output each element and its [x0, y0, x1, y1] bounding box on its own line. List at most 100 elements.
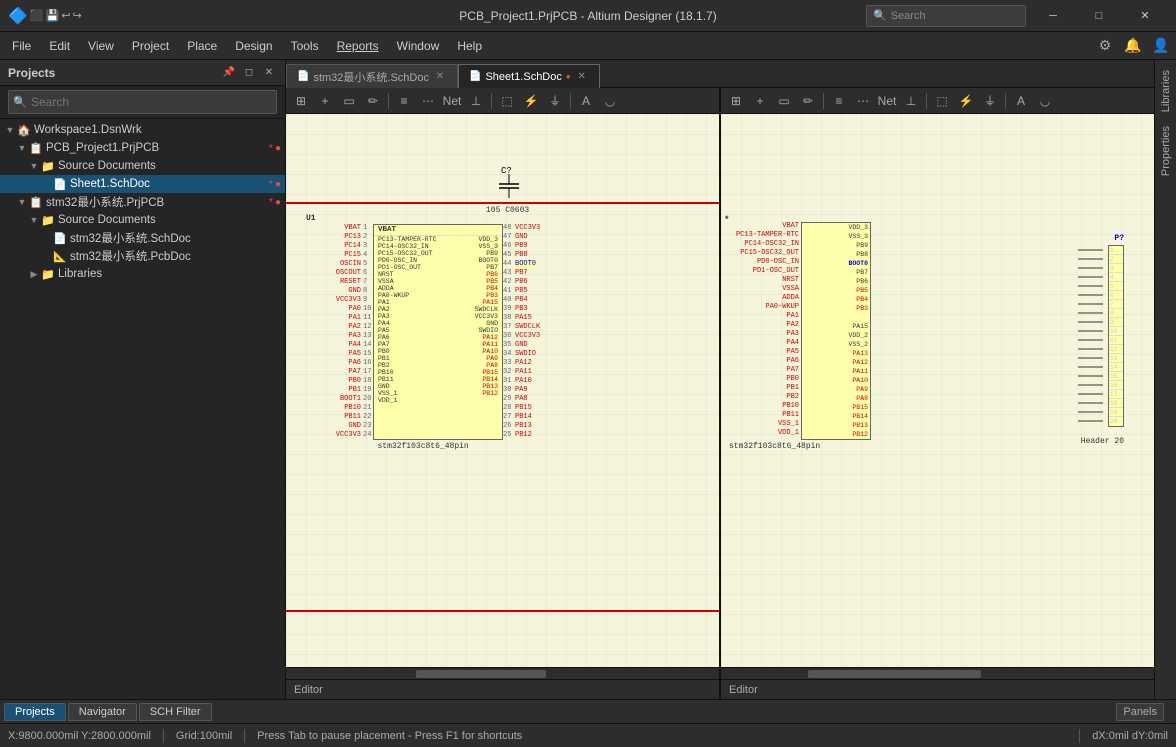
settings-icon[interactable]: ⚙ [1094, 35, 1116, 57]
panel-pin-button[interactable]: 📌 [221, 65, 237, 81]
folder-icon-src1: 📁 [40, 158, 56, 174]
route-btn-r[interactable]: ⋯ [852, 90, 874, 112]
comp-btn-r[interactable]: ⬚ [931, 90, 953, 112]
rsidebar-libraries[interactable]: Libraries [1158, 64, 1174, 118]
route-btn-l[interactable]: ⋯ [417, 90, 439, 112]
comp-btn-l[interactable]: ⬚ [496, 90, 518, 112]
tree-item-workspace[interactable]: ▼ 🏠 Workspace1.DsnWrk [0, 121, 285, 139]
hscroll-thumb-left[interactable] [416, 670, 546, 678]
header-body: 1 2 3 4 5 6 7 8 9 10 11 [1108, 245, 1124, 427]
bus-btn-l[interactable]: ⊥ [465, 90, 487, 112]
power-btn-l[interactable]: ⚡ [520, 90, 542, 112]
tab-modified-dot: ● [566, 72, 571, 81]
text-btn-r[interactable]: A [1010, 90, 1032, 112]
workspace-label: Workspace1.DsnWrk [34, 124, 281, 136]
tree-item-src2[interactable]: ▼ 📁 Source Documents [0, 211, 285, 229]
edit-btn-l[interactable]: ✏ [362, 90, 384, 112]
menu-design[interactable]: Design [227, 36, 280, 56]
menu-file[interactable]: File [4, 36, 39, 56]
arc-btn-l[interactable]: ◡ [599, 90, 621, 112]
close-button[interactable]: ✕ [1122, 0, 1168, 32]
tree-item-pcb2[interactable]: ▼ 📋 stm32最小系统.PrjPCB * ● [0, 193, 285, 211]
tab-bar: 📄 stm32最小系统.SchDoc ✕ 📄 Sheet1.SchDoc ● ✕ [286, 60, 1154, 88]
panel-close-button[interactable]: ✕ [261, 65, 277, 81]
titlebar-search[interactable]: 🔍 Search [866, 5, 1026, 27]
tree-item-libs[interactable]: ▶ 📁 Libraries [0, 265, 285, 283]
chip-row9: PA0-WKUPPB3 [374, 292, 502, 299]
sep1-r [823, 93, 824, 109]
edit-btn-r[interactable]: ✏ [797, 90, 819, 112]
add-btn-r[interactable]: + [749, 90, 771, 112]
icon-alt: ⬛ [30, 9, 44, 22]
tab-stm32-sch[interactable]: 📄 stm32最小系统.SchDoc ✕ [286, 64, 458, 88]
align-btn-l[interactable]: ≡ [393, 90, 415, 112]
minimize-button[interactable]: ─ [1030, 0, 1076, 32]
schematic-canvas-right[interactable]: * VBAT PC13-TAMPER-RTC PC14-OSC32_IN PC1… [721, 114, 1154, 667]
gnd-btn-l[interactable]: ⏚ [544, 90, 566, 112]
chip-u1-inner: VBAT PC13-TAMPER-RTCVDD_3 PC14-OSC32_INV… [373, 224, 503, 440]
net-btn-r[interactable]: Net [876, 90, 898, 112]
panel-float-button[interactable]: ◻ [241, 65, 257, 81]
icon-alt2: 💾 [46, 9, 60, 22]
pcb2-modified: * [269, 197, 273, 208]
menu-view[interactable]: View [80, 36, 122, 56]
panel-controls: 📌 ◻ ✕ [221, 65, 277, 81]
tree-item-stm-sch[interactable]: 📄 stm32最小系统.SchDoc [0, 229, 285, 247]
panels-btn[interactable]: Panels [1116, 703, 1164, 721]
menu-project[interactable]: Project [124, 36, 177, 56]
search-bar: 🔍 [0, 86, 285, 119]
chip-row4: PD0-OSC_INBOOT0 [374, 257, 502, 264]
notification-icon[interactable]: 🔔 [1122, 35, 1144, 57]
bus-btn-r[interactable]: ⊥ [900, 90, 922, 112]
filter-btn-l[interactable]: ⊞ [290, 90, 312, 112]
menu-edit[interactable]: Edit [41, 36, 78, 56]
add-btn-l[interactable]: + [314, 90, 336, 112]
tree-item-src1[interactable]: ▼ 📁 Source Documents [0, 157, 285, 175]
libs-label: Libraries [58, 268, 281, 280]
status-grid: Grid:100mil [176, 730, 232, 742]
src2-label: Source Documents [58, 214, 281, 226]
select-btn-l[interactable]: ▭ [338, 90, 360, 112]
hscroll-left[interactable] [286, 667, 719, 679]
menu-tools[interactable]: Tools [283, 36, 327, 56]
select-btn-r[interactable]: ▭ [773, 90, 795, 112]
align-btn-r[interactable]: ≡ [828, 90, 850, 112]
project-icon-pcb1: 📋 [28, 140, 44, 156]
search-label: Search [891, 10, 926, 22]
expand-arrow: ▼ [4, 124, 16, 136]
left-panel: Projects 📌 ◻ ✕ 🔍 ▼ 🏠 Workspace1.DsnWrk [0, 60, 286, 699]
tab-close-stm[interactable]: ✕ [433, 70, 447, 84]
gnd-btn-r[interactable]: ⏚ [979, 90, 1001, 112]
btab-navigator[interactable]: Navigator [68, 703, 137, 721]
hscroll-right[interactable] [721, 667, 1154, 679]
search-input[interactable] [8, 90, 277, 114]
user-icon[interactable]: 👤 [1150, 35, 1172, 57]
menu-help[interactable]: Help [449, 36, 490, 56]
rsidebar-properties[interactable]: Properties [1158, 120, 1174, 182]
tree-item-stm-pcb[interactable]: 📐 stm32最小系统.PcbDoc [0, 247, 285, 265]
expand-arrow-sheet1 [40, 178, 52, 190]
search-icon: 🔍 [13, 96, 27, 109]
main-area: Projects 📌 ◻ ✕ 🔍 ▼ 🏠 Workspace1.DsnWrk [0, 60, 1176, 699]
schematic-canvas-left[interactable]: C? 105 C0603 U1 [286, 114, 719, 667]
capacitor-symbol [494, 174, 524, 204]
menu-place[interactable]: Place [179, 36, 225, 56]
btab-sch-filter[interactable]: SCH Filter [139, 703, 212, 721]
net-btn-l[interactable]: Net [441, 90, 463, 112]
btab-projects[interactable]: Projects [4, 703, 66, 721]
chip-row8: ADDAPB4 [374, 285, 502, 292]
tree-item-sheet1[interactable]: 📄 Sheet1.SchDoc * ● [0, 175, 285, 193]
panels-section: Panels [1116, 703, 1172, 721]
menu-window[interactable]: Window [389, 36, 448, 56]
tab-close-sheet1[interactable]: ✕ [575, 70, 589, 84]
power-btn-r[interactable]: ⚡ [955, 90, 977, 112]
filter-btn-r[interactable]: ⊞ [725, 90, 747, 112]
arc-btn-r[interactable]: ◡ [1034, 90, 1056, 112]
menu-reports[interactable]: Reports [329, 36, 387, 56]
tree-item-pcb1[interactable]: ▼ 📋 PCB_Project1.PrjPCB * ● [0, 139, 285, 157]
tab-sheet1[interactable]: 📄 Sheet1.SchDoc ● ✕ [458, 64, 600, 88]
maximize-button[interactable]: □ [1076, 0, 1122, 32]
status-dxdy: dX:0mil dY:0mil [1092, 730, 1168, 742]
hscroll-thumb-right[interactable] [808, 670, 981, 678]
text-btn-l[interactable]: A [575, 90, 597, 112]
